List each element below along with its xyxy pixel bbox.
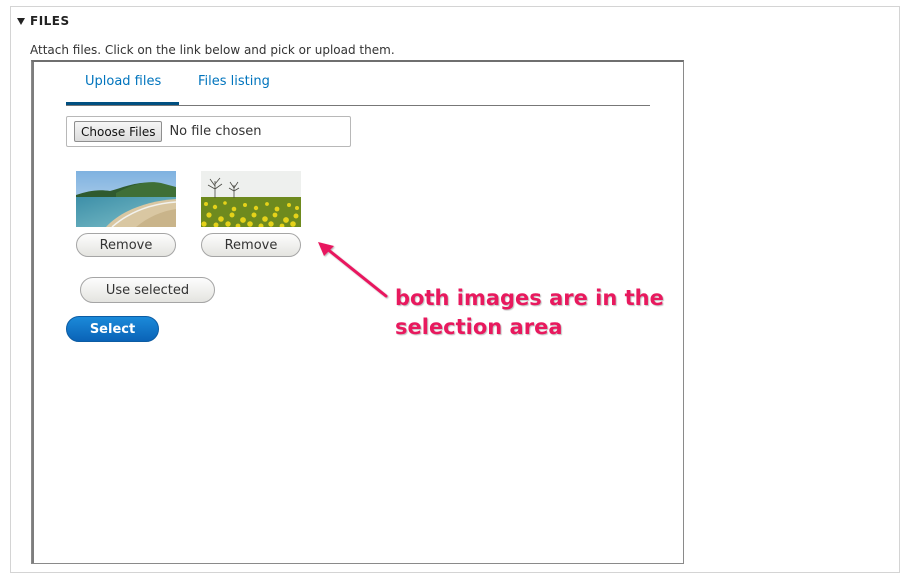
beach-image: [76, 171, 176, 227]
file-browser-tabs: Upload files Files listing: [66, 62, 650, 106]
files-legend-label: FILES: [30, 14, 70, 28]
files-legend-toggle[interactable]: FILES: [17, 14, 70, 28]
tab-files-listing[interactable]: Files listing: [198, 74, 270, 89]
file-upload-input[interactable]: Choose Files No file chosen: [66, 116, 351, 147]
remove-beach-button[interactable]: Remove: [76, 233, 176, 257]
tab-upload-files[interactable]: Upload files: [85, 74, 161, 89]
collapse-triangle-icon: [17, 17, 25, 25]
frame-left-border: [32, 62, 34, 563]
rapeseed-field-image: [201, 171, 301, 227]
choose-files-button[interactable]: Choose Files: [74, 121, 163, 142]
remove-field-button[interactable]: Remove: [201, 233, 301, 257]
file-status-text: No file chosen: [169, 124, 262, 139]
use-selected-button[interactable]: Use selected: [80, 277, 215, 303]
thumbnail-rapeseed-field[interactable]: [201, 171, 301, 227]
thumbnail-beach[interactable]: [76, 171, 176, 227]
select-button[interactable]: Select: [66, 316, 159, 342]
annotation-callout-text: both images are in the selection area: [395, 286, 664, 339]
active-tab-indicator: [66, 102, 179, 105]
annotation-arrow-icon: [318, 242, 388, 298]
files-description: Attach files. Click on the link below an…: [30, 43, 395, 57]
